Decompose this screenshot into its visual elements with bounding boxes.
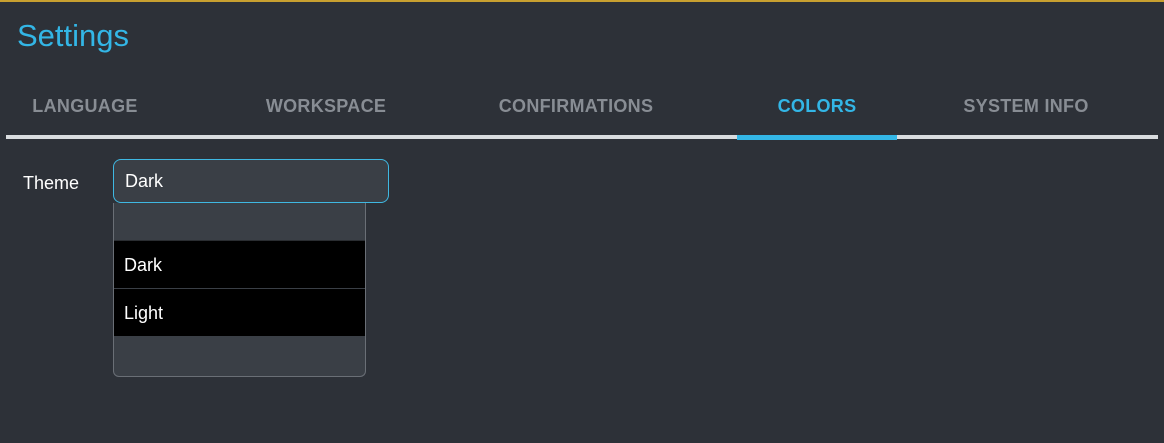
tab-workspace[interactable]: WORKSPACE [226,84,426,140]
theme-combobox-input[interactable] [113,159,389,203]
theme-dropdown-list: Dark Light [113,203,366,377]
tab-bar-underline [6,135,1158,139]
window-top-border [0,0,1164,2]
tab-system-info[interactable]: SYSTEM INFO [931,84,1121,140]
theme-label: Theme [23,173,80,193]
tab-bar: LANGUAGE WORKSPACE CONFIRMATIONS COLORS … [6,84,1158,140]
dropdown-padding [114,203,365,240]
theme-option-light[interactable]: Light [114,288,365,336]
active-tab-indicator [737,135,897,140]
tab-confirmations[interactable]: CONFIRMATIONS [456,84,696,140]
page-title: Settings [17,18,130,53]
tab-colors[interactable]: COLORS [737,84,897,140]
tab-language[interactable]: LANGUAGE [6,84,164,140]
settings-window: Settings LANGUAGE WORKSPACE CONFIRMATION… [0,0,1164,443]
theme-option-dark[interactable]: Dark [114,240,365,288]
